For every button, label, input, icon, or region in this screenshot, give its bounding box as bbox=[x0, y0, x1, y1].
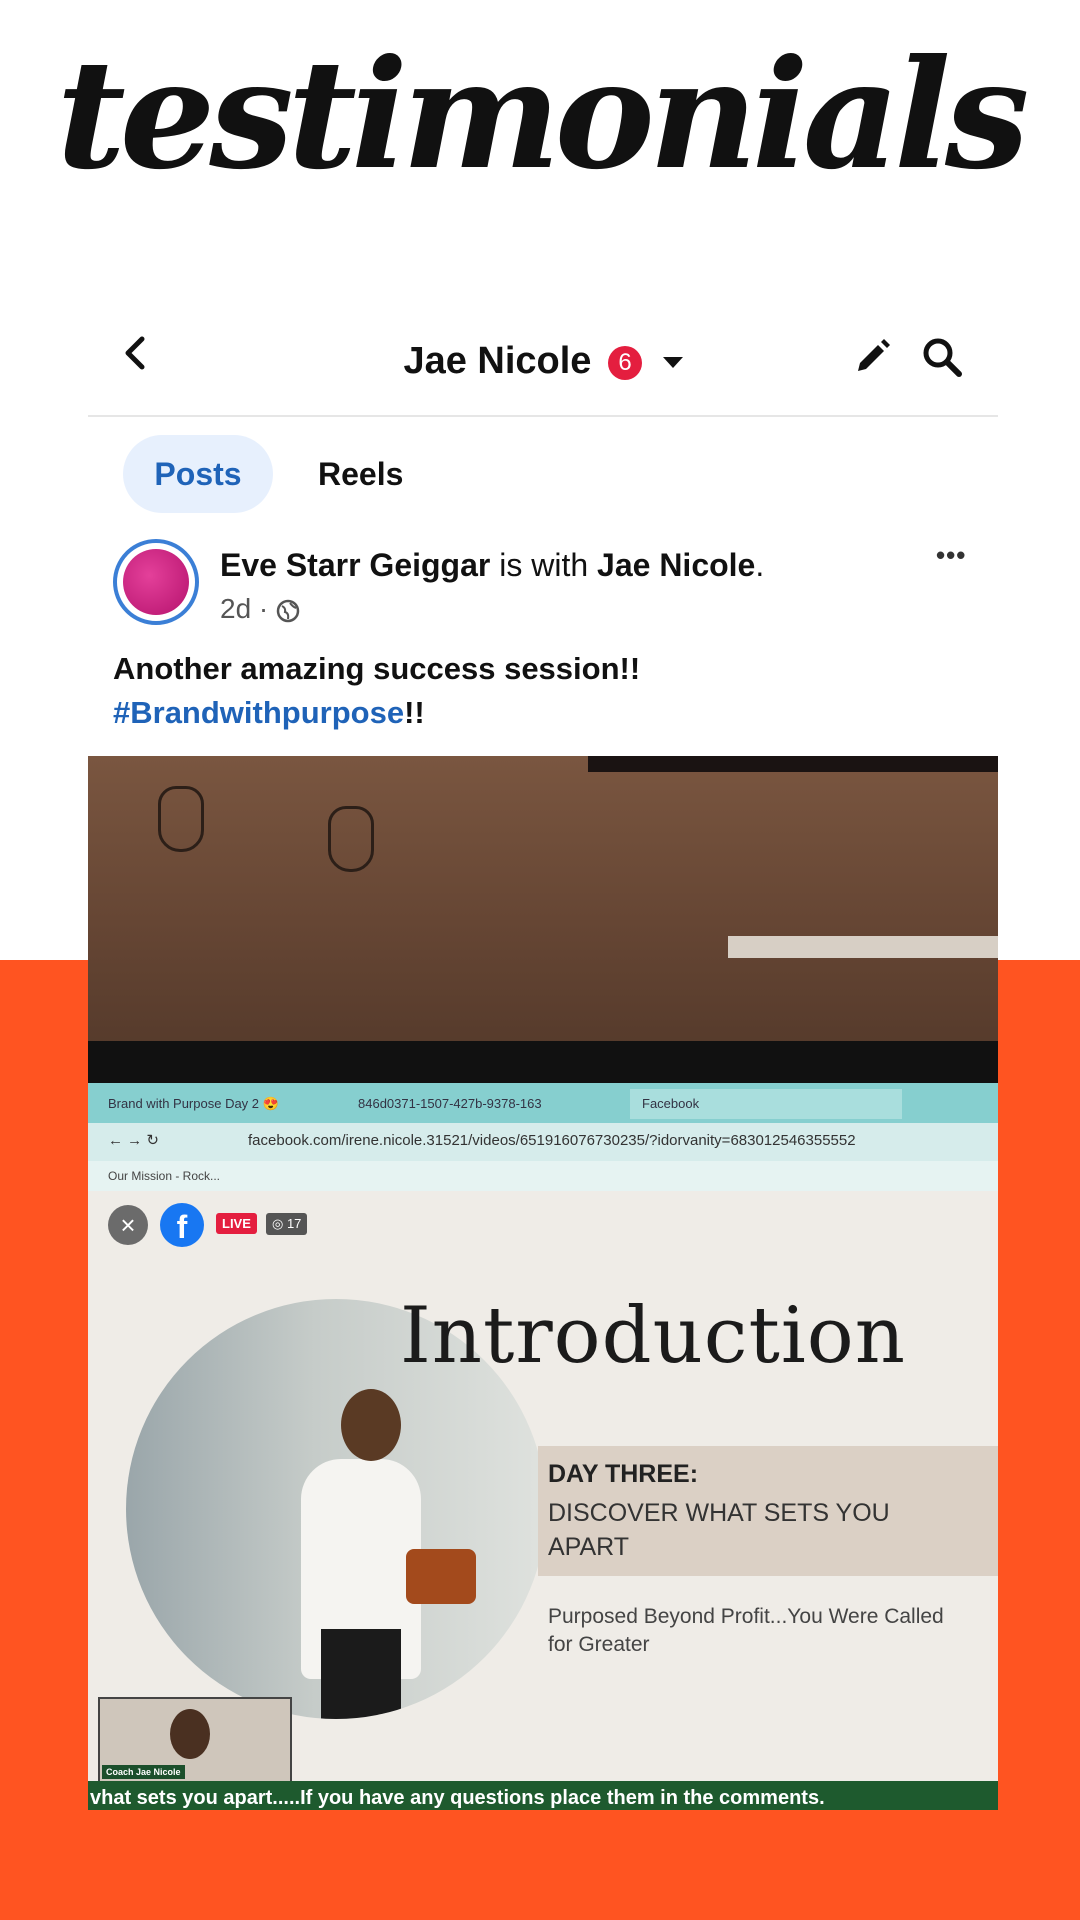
monitor-bezel bbox=[88, 1041, 998, 1083]
live-video-area: × f LIVE ◎ 17 Introduction DAY THREE: DI… bbox=[88, 1191, 998, 1810]
browser-tab-bar: Brand with Purpose Day 2 😍 846d0371-1507… bbox=[88, 1083, 998, 1123]
pip-name-label: Coach Jae Nicole bbox=[102, 1765, 185, 1779]
tv-edge bbox=[588, 756, 998, 772]
profile-name: Jae Nicole bbox=[403, 340, 592, 382]
live-badge: LIVE bbox=[216, 1213, 257, 1234]
post-body: Another amazing success session!! bbox=[113, 651, 641, 686]
picture-in-picture: Coach Jae Nicole bbox=[98, 1697, 292, 1786]
day-subtitle: DISCOVER WHAT SETS YOU APART bbox=[548, 1499, 890, 1561]
browser-tab-1[interactable]: Brand with Purpose Day 2 😍 bbox=[108, 1089, 328, 1119]
more-options-button[interactable]: ••• bbox=[936, 540, 966, 571]
caption-bar: vhat sets you apart.....If you have any … bbox=[88, 1781, 998, 1810]
facebook-post-screenshot: Jae Nicole 6 Posts Reels Eve Starr Geigg… bbox=[88, 285, 998, 1810]
search-icon[interactable] bbox=[920, 335, 964, 379]
author-avatar[interactable] bbox=[113, 539, 199, 625]
day-box: DAY THREE: DISCOVER WHAT SETS YOU APART bbox=[538, 1446, 998, 1576]
avatar-image bbox=[123, 549, 189, 615]
tab-posts[interactable]: Posts bbox=[123, 435, 273, 513]
viewer-count: ◎ 17 bbox=[266, 1213, 308, 1235]
bookmark-item[interactable]: Our Mission - Rock... bbox=[88, 1169, 220, 1183]
close-icon[interactable]: × bbox=[108, 1205, 148, 1245]
hashtag-link[interactable]: #Brandwithpurpose bbox=[113, 695, 404, 730]
pencil-icon[interactable] bbox=[850, 335, 894, 379]
slide-tagline: Purposed Beyond Profit...You Were Called… bbox=[548, 1605, 944, 1656]
address-bar[interactable]: ← → ↻ facebook.com/irene.nicole.31521/vi… bbox=[88, 1123, 998, 1161]
monitor-screen: Brand with Purpose Day 2 😍 846d0371-1507… bbox=[88, 1083, 998, 1810]
period: . bbox=[755, 547, 765, 583]
pip-person bbox=[170, 1709, 210, 1759]
notification-badge: 6 bbox=[608, 345, 642, 380]
room-wall bbox=[88, 756, 998, 1056]
author-name[interactable]: Eve Starr Geiggar bbox=[220, 547, 490, 583]
post-meta: 2d · bbox=[220, 593, 300, 625]
post-author-line: Eve Starr Geiggar is with Jae Nicole. bbox=[220, 547, 764, 584]
bookmarks-bar: Our Mission - Rock... bbox=[88, 1161, 998, 1191]
chevron-down-icon[interactable] bbox=[662, 357, 683, 369]
wall-sconce-right bbox=[328, 806, 374, 872]
post-photo[interactable]: Brand with Purpose Day 2 😍 846d0371-1507… bbox=[88, 756, 998, 1810]
woman-pants bbox=[321, 1629, 401, 1719]
hashtag-suffix: !! bbox=[404, 695, 425, 730]
shelf bbox=[728, 936, 998, 958]
address-url: facebook.com/irene.nicole.31521/videos/6… bbox=[248, 1132, 856, 1149]
post-time[interactable]: 2d · bbox=[220, 593, 276, 624]
day-label: DAY THREE: bbox=[548, 1460, 699, 1488]
wall-sconce-left bbox=[158, 786, 204, 852]
profile-header: Jae Nicole 6 bbox=[88, 285, 998, 417]
tagged-name[interactable]: Jae Nicole bbox=[597, 547, 755, 583]
testimonials-heading: testimonials bbox=[56, 27, 1030, 203]
browser-tab-3[interactable]: Facebook bbox=[630, 1089, 902, 1119]
globe-icon bbox=[276, 599, 300, 622]
browser-tab-2[interactable]: 846d0371-1507-427b-9378-163 bbox=[348, 1089, 578, 1119]
handbag bbox=[406, 1549, 476, 1604]
woman-head bbox=[341, 1389, 401, 1461]
post-text: Another amazing success session!! #Brand… bbox=[113, 647, 973, 735]
nav-arrows-icon[interactable]: ← → ↻ bbox=[108, 1131, 159, 1149]
with-text: is with bbox=[490, 547, 598, 583]
tab-reels[interactable]: Reels bbox=[318, 435, 438, 513]
slide-title: Introduction bbox=[400, 1291, 906, 1381]
facebook-logo-icon: f bbox=[160, 1203, 204, 1247]
